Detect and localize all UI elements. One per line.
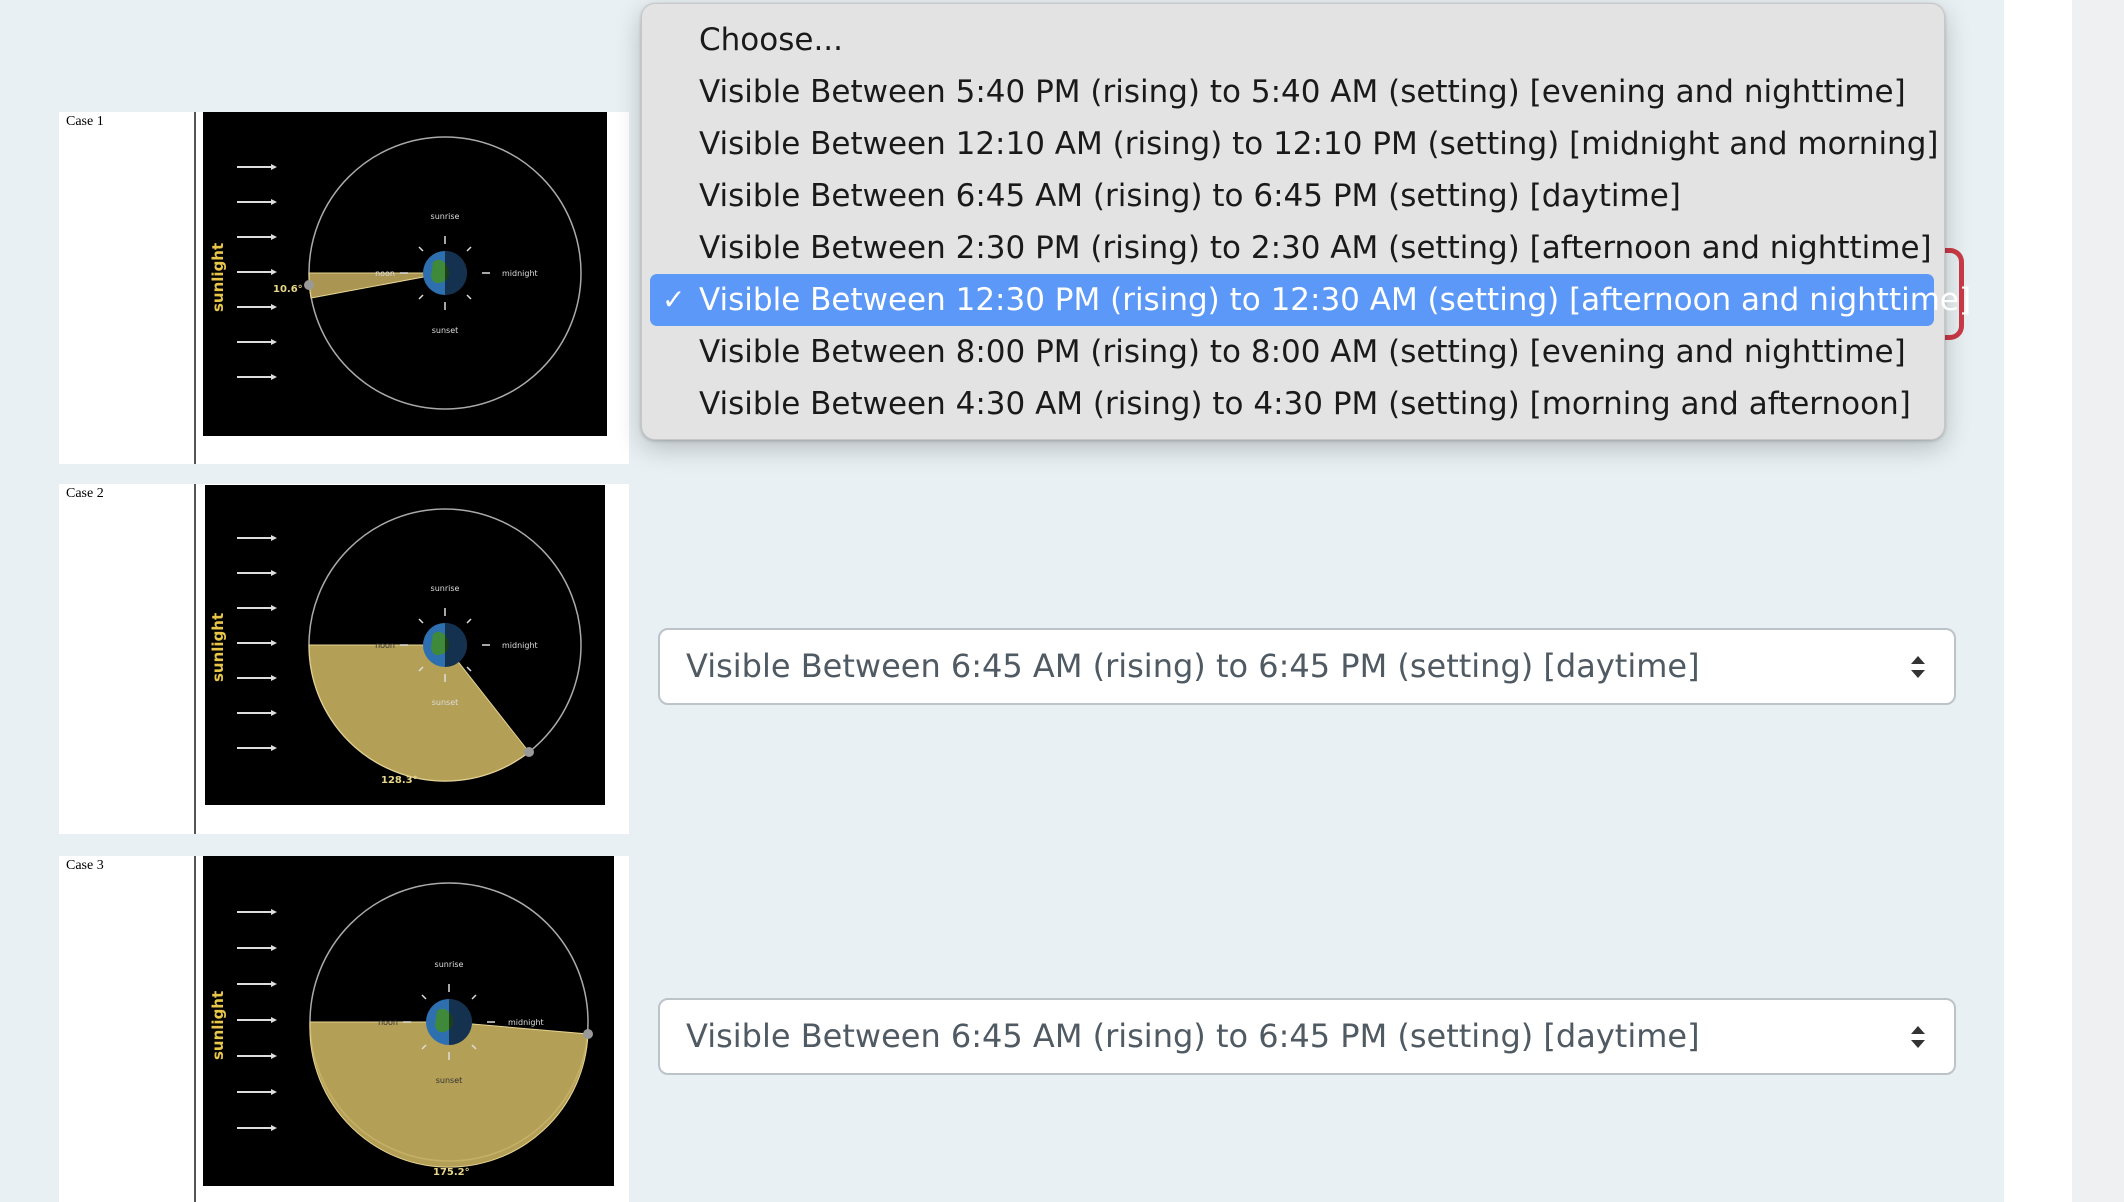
dropdown-option[interactable]: Visible Between 4:30 AM (rising) to 4:30… [650, 378, 1934, 430]
moon-icon [304, 280, 314, 290]
angle-label: 10.6° [273, 284, 303, 295]
sunrise-label: sunrise [435, 960, 464, 969]
case-1-select-dropdown[interactable]: Choose... Visible Between 5:40 PM (risin… [641, 3, 1971, 440]
noon-label: noon [375, 269, 395, 278]
moon-phase-diagram: sunlight sunrise sunset midnight noon 10… [203, 112, 607, 436]
midnight-label: midnight [502, 641, 538, 650]
case-3-cell: Case 3 sunlight sunrise sunset midnight … [59, 856, 629, 1202]
sunset-label: sunset [436, 1076, 463, 1085]
case-label: Case 1 [66, 114, 104, 129]
case-2-select[interactable]: Visible Between 6:45 AM (rising) to 6:45… [658, 628, 1956, 705]
sunrise-label: sunrise [431, 584, 460, 593]
midnight-label: midnight [502, 269, 538, 278]
select-arrows-icon [1911, 656, 1925, 678]
dropdown-option[interactable]: Choose... [650, 14, 1934, 66]
page-gutter [2004, 0, 2072, 1202]
case-3-select[interactable]: Visible Between 6:45 AM (rising) to 6:45… [658, 998, 1956, 1075]
sunlight-label: sunlight [209, 991, 227, 1060]
dropdown-option[interactable]: Visible Between 2:30 PM (rising) to 2:30… [650, 222, 1934, 274]
select-value: Visible Between 6:45 AM (rising) to 6:45… [686, 647, 1700, 685]
angle-label: 128.3° [381, 775, 418, 786]
moon-icon [583, 1029, 593, 1039]
sunlight-label: sunlight [209, 613, 227, 682]
noon-label: noon [378, 1018, 398, 1027]
select-arrows-icon [1911, 1026, 1925, 1048]
dropdown-option[interactable]: Visible Between 6:45 AM (rising) to 6:45… [650, 170, 1934, 222]
case-label: Case 3 [66, 858, 104, 873]
sunrise-label: sunrise [431, 212, 460, 221]
sunset-label: sunset [432, 326, 459, 335]
case-2-cell: Case 2 sunlight sunrise sunset midnight … [59, 484, 629, 834]
dropdown-option[interactable]: Visible Between 12:10 AM (rising) to 12:… [650, 118, 1938, 170]
moon-phase-diagram: sunlight sunrise sunset midnight noon 17… [203, 856, 614, 1186]
right-sidebar [2072, 0, 2124, 1202]
dropdown-option[interactable]: Visible Between 5:40 PM (rising) to 5:40… [650, 66, 1934, 118]
select-value: Visible Between 6:45 AM (rising) to 6:45… [686, 1017, 1700, 1055]
dropdown-option[interactable]: Visible Between 8:00 PM (rising) to 8:00… [650, 326, 1934, 378]
midnight-label: midnight [508, 1018, 544, 1027]
case-1-cell: Case 1 sunlight sunrise sunset midnight … [59, 112, 629, 464]
angle-label: 175.2° [433, 1167, 470, 1178]
sunset-label: sunset [432, 698, 459, 707]
sunlight-label: sunlight [209, 243, 227, 312]
noon-label: noon [375, 641, 395, 650]
checkmark-icon: ✓ [662, 283, 686, 316]
case-label: Case 2 [66, 486, 104, 501]
moon-phase-diagram: sunlight sunrise sunset midnight noon 12… [205, 485, 605, 805]
moon-icon [524, 747, 534, 757]
dropdown-option-selected[interactable]: ✓ Visible Between 12:30 PM (rising) to 1… [650, 274, 1971, 326]
